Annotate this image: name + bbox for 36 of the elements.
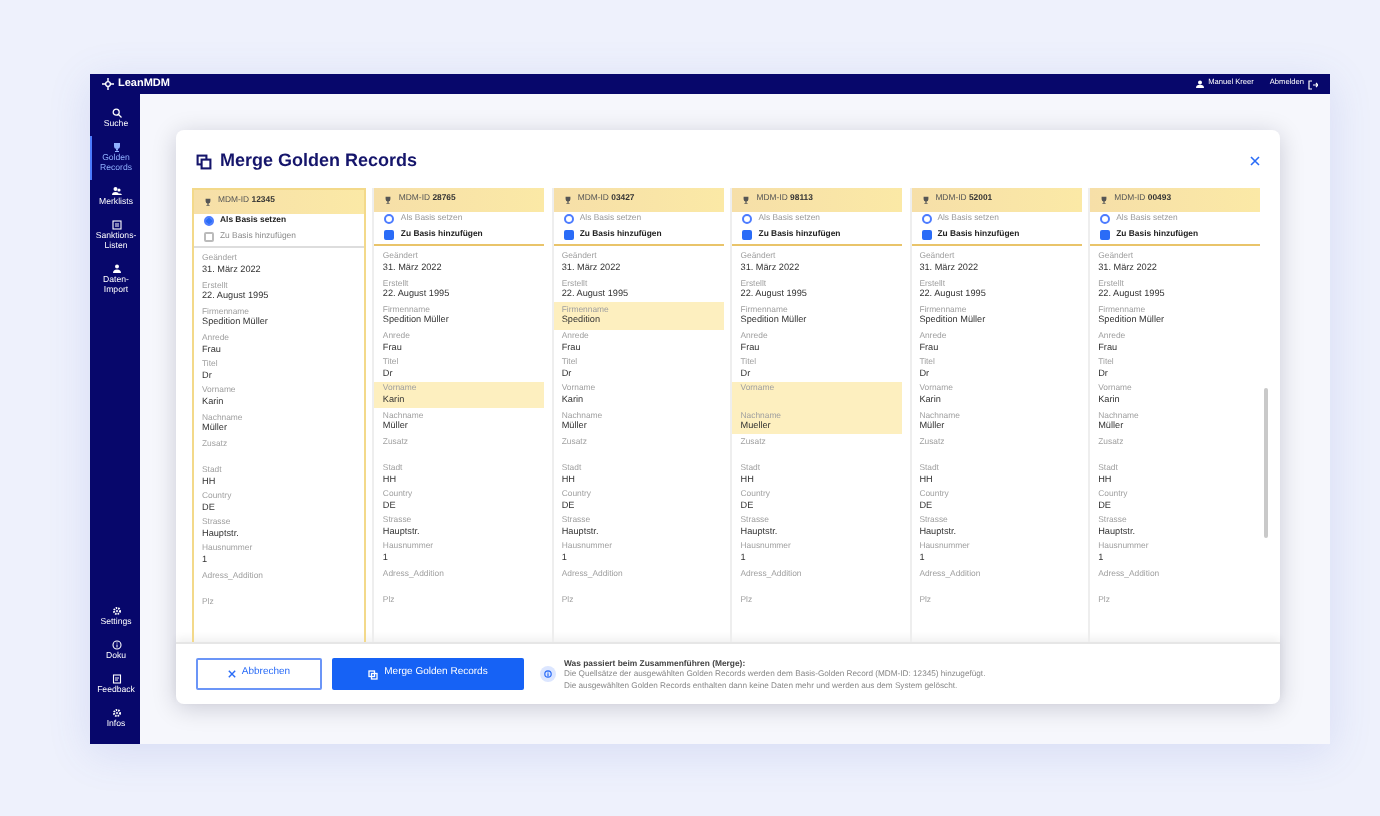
scrollbar[interactable] (1264, 387, 1268, 537)
user-icon (1196, 80, 1205, 88)
modal-title: Merge Golden Records (220, 148, 418, 174)
search-icon (111, 108, 121, 118)
list-icon (111, 219, 121, 230)
radio-button[interactable] (563, 214, 574, 224)
people-icon (111, 185, 121, 196)
copy-icon (368, 669, 379, 679)
checkbox[interactable] (742, 230, 753, 240)
trophy-icon (384, 195, 393, 203)
trophy-icon (563, 195, 572, 203)
person-icon (111, 263, 121, 274)
radio-button[interactable] (384, 214, 395, 224)
checkbox[interactable] (1100, 230, 1111, 240)
radio-button[interactable] (921, 214, 932, 224)
checkbox[interactable] (563, 230, 574, 240)
trophy-icon (921, 195, 930, 203)
info-icon (540, 665, 556, 682)
radio-button[interactable] (742, 214, 753, 224)
trophy-icon (111, 141, 121, 152)
close-icon[interactable] (1250, 156, 1260, 167)
radio-button[interactable] (1100, 214, 1111, 224)
checkbox[interactable] (384, 230, 395, 240)
note-icon (111, 674, 121, 685)
info-icon (111, 640, 121, 651)
logo-icon (102, 78, 114, 90)
copy-icon (196, 153, 212, 170)
radio-button[interactable] (204, 216, 214, 226)
close-icon (227, 670, 236, 678)
logout-icon[interactable] (1308, 79, 1318, 89)
gear-icon (111, 606, 121, 617)
trophy-icon (1100, 195, 1109, 203)
checkbox[interactable] (921, 230, 932, 240)
trophy-icon (204, 197, 212, 205)
trophy-icon (742, 195, 751, 203)
gear-icon (111, 708, 121, 719)
